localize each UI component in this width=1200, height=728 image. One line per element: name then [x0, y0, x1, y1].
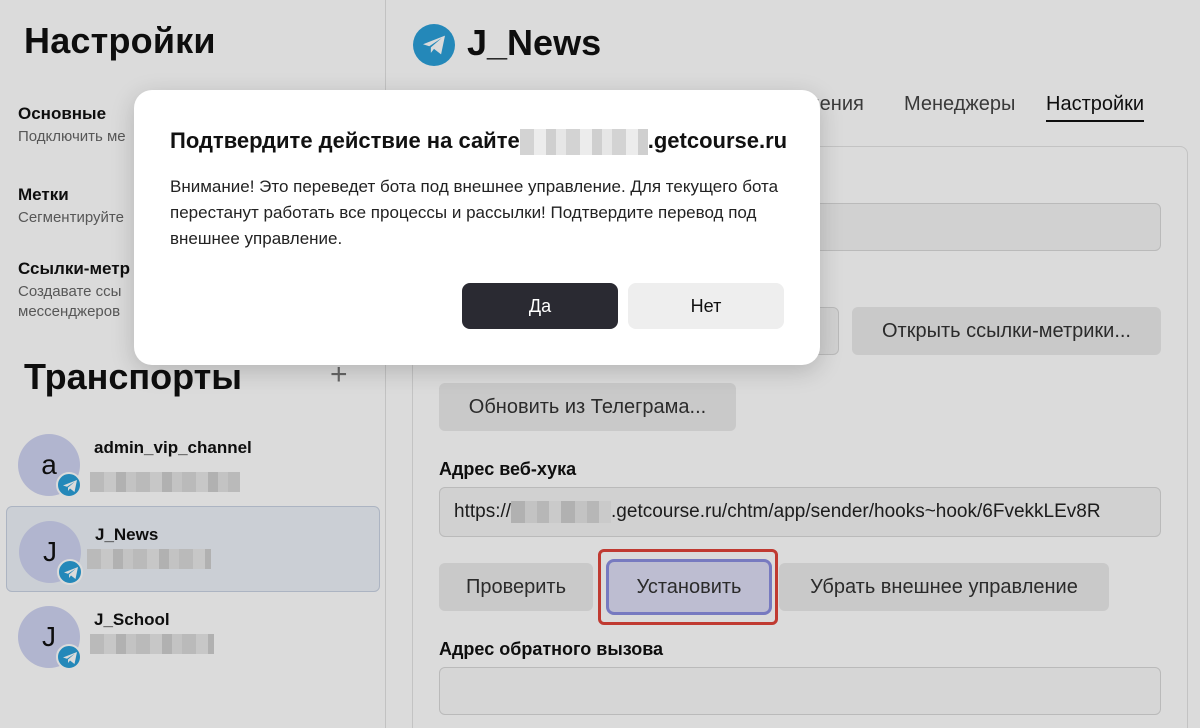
app-window: Настройки Основные Подключить ме Метки С…	[0, 0, 1200, 728]
dialog-title-prefix: Подтвердите действие на сайте	[170, 128, 520, 153]
no-button[interactable]: Нет	[628, 283, 784, 329]
dialog-message: Внимание! Это переведет бота под внешнее…	[170, 177, 779, 248]
confirm-dialog: Подтвердите действие на сайте .getcourse.…	[134, 90, 820, 365]
dialog-title: Подтвердите действие на сайте .getcourse.…	[170, 128, 788, 156]
dialog-title-suffix: .getcourse.ru	[647, 128, 788, 153]
blurred-text	[519, 129, 648, 156]
yes-button[interactable]: Да	[462, 283, 618, 329]
